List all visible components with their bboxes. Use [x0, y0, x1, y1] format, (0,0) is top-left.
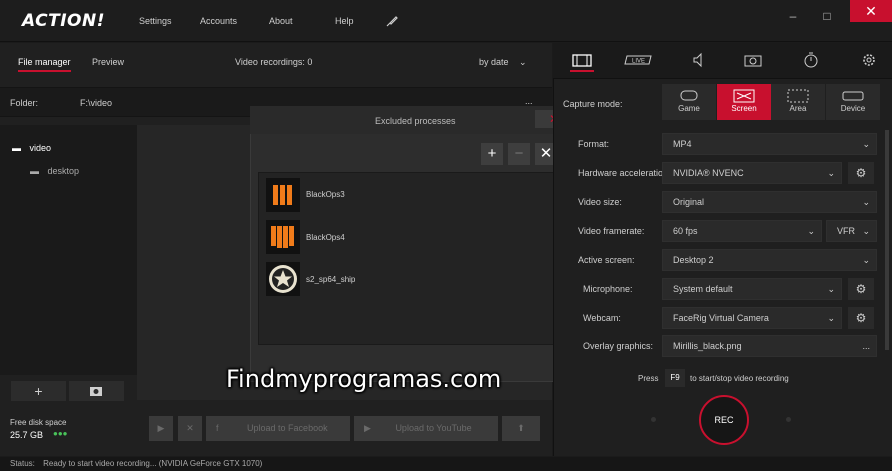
format-select[interactable]: MP4 ⌄: [662, 133, 877, 155]
dialog-title: Excluded processes: [375, 116, 456, 126]
status-label: Status:: [10, 459, 35, 468]
list-item[interactable]: [266, 262, 300, 296]
delete-button[interactable]: ✕: [178, 416, 202, 441]
folder-tree: [0, 125, 137, 375]
timer-icon[interactable]: [799, 50, 823, 72]
framerate-select[interactable]: 60 fps ⌄: [662, 220, 822, 242]
blackops3-icon: [266, 178, 300, 212]
remove-process-button[interactable]: −: [508, 143, 530, 165]
folder-label: Folder:: [10, 98, 39, 108]
free-disk-label: Free disk space: [10, 418, 67, 427]
microphone-label: Microphone:: [583, 284, 633, 294]
tab-video[interactable]: [570, 50, 594, 72]
camera-folder-button[interactable]: [69, 381, 124, 401]
overlay-graphics-field[interactable]: Mirillis_black.png...: [662, 335, 877, 357]
window-close-button[interactable]: ✕: [850, 0, 892, 22]
mode-screen-button[interactable]: Screen: [717, 84, 771, 120]
process-label: s2_sp64_ship: [306, 275, 356, 284]
rec-button[interactable]: REC: [699, 395, 749, 445]
play-button[interactable]: ▶: [149, 416, 173, 441]
capture-mode-label: Capture mode:: [563, 99, 623, 109]
tree-item-desktop[interactable]: ▬ desktop: [30, 166, 79, 176]
facebook-icon: f: [216, 423, 219, 433]
hardware-acceleration-select[interactable]: NVIDIA® NVENC ⌄: [662, 162, 842, 184]
process-list: [258, 172, 560, 345]
active-screen-select[interactable]: Desktop 2 ⌄: [662, 249, 877, 271]
mode-device-button[interactable]: Device: [826, 84, 880, 120]
tab-file-manager[interactable]: File manager: [18, 57, 71, 72]
maximize-button[interactable]: □: [818, 8, 836, 24]
overlay-graphics-label: Overlay graphics:: [583, 341, 654, 351]
sort-label: by date: [479, 57, 509, 67]
hardware-settings-gear-icon[interactable]: ⚙: [848, 162, 874, 184]
list-item[interactable]: [266, 178, 300, 212]
video-size-label: Video size:: [578, 197, 622, 207]
tab-live[interactable]: LIVE: [624, 50, 654, 72]
blackops4-icon: [266, 220, 300, 254]
add-process-button[interactable]: +: [481, 143, 503, 165]
menu-about[interactable]: About: [269, 16, 293, 26]
upload-facebook-button[interactable]: f Upload to Facebook: [206, 416, 350, 441]
next-dot: [786, 417, 791, 422]
hotkey-badge: F9: [665, 369, 685, 387]
menu-accounts[interactable]: Accounts: [200, 16, 237, 26]
settings-scrollbar[interactable]: [885, 130, 889, 350]
vfr-select[interactable]: VFR ⌄: [826, 220, 877, 242]
hardware-acceleration-label: Hardware acceleration:: [578, 168, 671, 178]
app-logo: ACTION!: [22, 11, 105, 31]
sort-dropdown[interactable]: by date ⌄: [479, 57, 527, 68]
minimize-button[interactable]: –: [784, 8, 802, 24]
camera-icon[interactable]: [741, 50, 765, 72]
process-label: BlackOps4: [306, 233, 345, 242]
process-label: BlackOps3: [306, 190, 345, 199]
mode-area-button[interactable]: Area: [771, 84, 825, 120]
microphone-settings-gear-icon[interactable]: ⚙: [848, 278, 874, 300]
brush-icon[interactable]: [385, 14, 399, 28]
top-bar: [0, 0, 892, 42]
menu-help[interactable]: Help: [335, 16, 354, 26]
free-disk-value: 25.7 GB: [10, 430, 44, 440]
mode-game-button[interactable]: Game: [662, 84, 716, 120]
tree-item-video[interactable]: ▬ video: [12, 143, 51, 153]
folder-icon: ▬: [30, 166, 39, 176]
speaker-icon[interactable]: [686, 50, 710, 72]
prev-dot: [651, 417, 656, 422]
video-size-select[interactable]: Original ⌄: [662, 191, 877, 213]
webcam-label: Webcam:: [583, 313, 621, 323]
webcam-settings-gear-icon[interactable]: ⚙: [848, 307, 874, 329]
youtube-icon: ▶: [364, 423, 371, 433]
browse-folder-button[interactable]: ...: [525, 96, 533, 106]
upload-youtube-button[interactable]: ▶ Upload to YouTube: [354, 416, 498, 441]
status-text: Ready to start video recording... (NVIDI…: [43, 459, 263, 468]
menu-settings[interactable]: Settings: [139, 16, 172, 26]
right-tab-bar: [553, 43, 892, 79]
chevron-down-icon: ⌄: [519, 57, 527, 67]
active-screen-label: Active screen:: [578, 255, 635, 265]
folder-icon: ▬: [12, 143, 21, 153]
video-framerate-label: Video framerate:: [578, 226, 645, 236]
hotkey-hint: to start/stop video recording: [690, 374, 789, 383]
webcam-select[interactable]: FaceRig Virtual Camera ⌄: [662, 307, 842, 329]
svg-text:LIVE: LIVE: [632, 59, 645, 65]
folder-path[interactable]: F:\video: [80, 98, 112, 108]
star-emblem-icon: [266, 262, 300, 296]
disk-status-dots: ●●●: [53, 429, 68, 438]
upload-button[interactable]: ⬆: [502, 416, 540, 441]
watermark-text: Findmyprogramas.com: [226, 365, 502, 393]
status-bar: Status: Ready to start video recording..…: [0, 457, 892, 471]
format-label: Format:: [578, 139, 610, 149]
list-item[interactable]: [266, 220, 300, 254]
press-label: Press: [638, 374, 659, 383]
gear-icon[interactable]: [857, 50, 881, 72]
tab-preview[interactable]: Preview: [92, 57, 124, 67]
recordings-count: Video recordings: 0: [235, 57, 313, 67]
microphone-select[interactable]: System default ⌄: [662, 278, 842, 300]
add-folder-button[interactable]: +: [11, 381, 66, 401]
